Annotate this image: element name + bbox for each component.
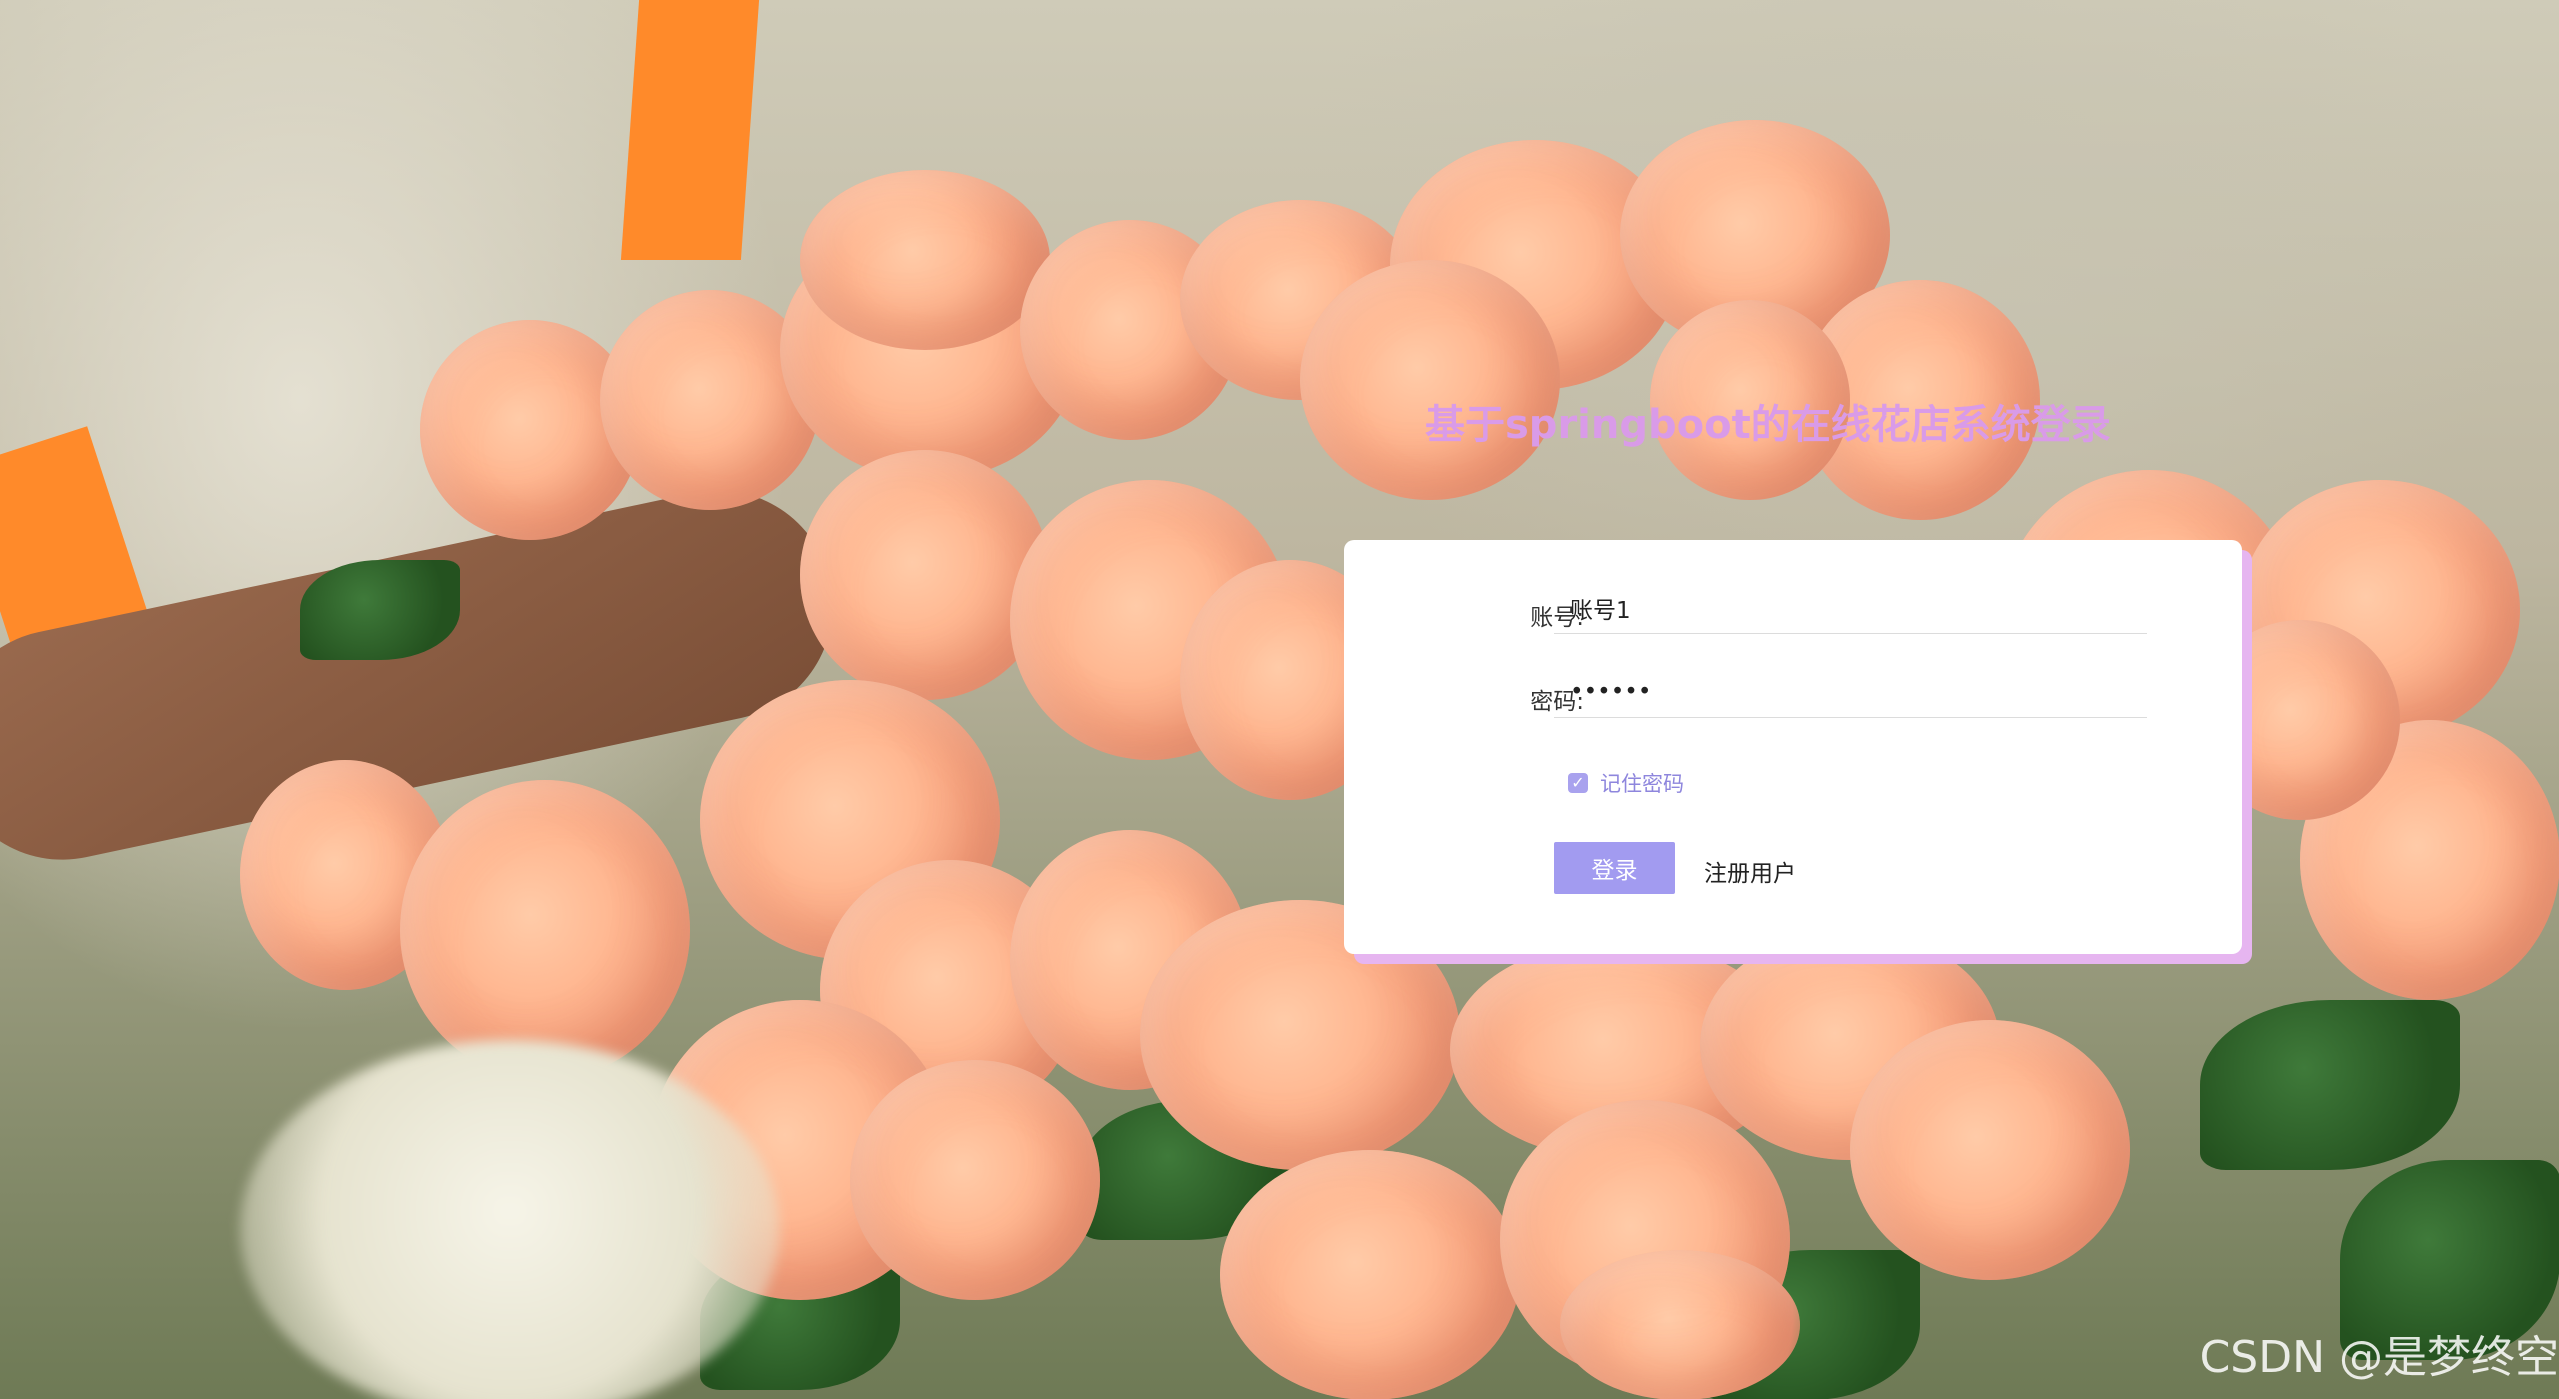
rose-decoration: [800, 450, 1050, 700]
account-input[interactable]: [1554, 582, 2147, 634]
leaf-decoration: [2200, 1000, 2460, 1170]
rose-decoration: [800, 170, 1050, 350]
login-card: 账号: 密码: ✓ 记住密码 登录 注册用户: [1344, 540, 2242, 954]
rose-decoration: [400, 780, 690, 1080]
leaf-decoration: [300, 560, 460, 660]
remember-password-control[interactable]: ✓ 记住密码: [1568, 768, 1684, 798]
login-button[interactable]: 登录: [1554, 842, 1675, 894]
password-input[interactable]: [1554, 666, 2147, 718]
white-rose-decoration: [240, 1040, 780, 1399]
rose-decoration: [1560, 1250, 1800, 1399]
rose-decoration: [1300, 260, 1560, 500]
csdn-watermark: CSDN @是梦终空: [2199, 1332, 2559, 1383]
rose-decoration: [1220, 1150, 1520, 1399]
rose-decoration: [850, 1060, 1100, 1300]
rose-decoration: [1850, 1020, 2130, 1280]
remember-checkbox[interactable]: ✓: [1568, 773, 1588, 793]
register-user-link[interactable]: 注册用户: [1704, 854, 1796, 888]
orange-strap-decoration: [620, 0, 760, 260]
remember-password-label: 记住密码: [1600, 772, 1684, 796]
page-title: 基于springboot的在线花店系统登录: [1425, 402, 2111, 448]
